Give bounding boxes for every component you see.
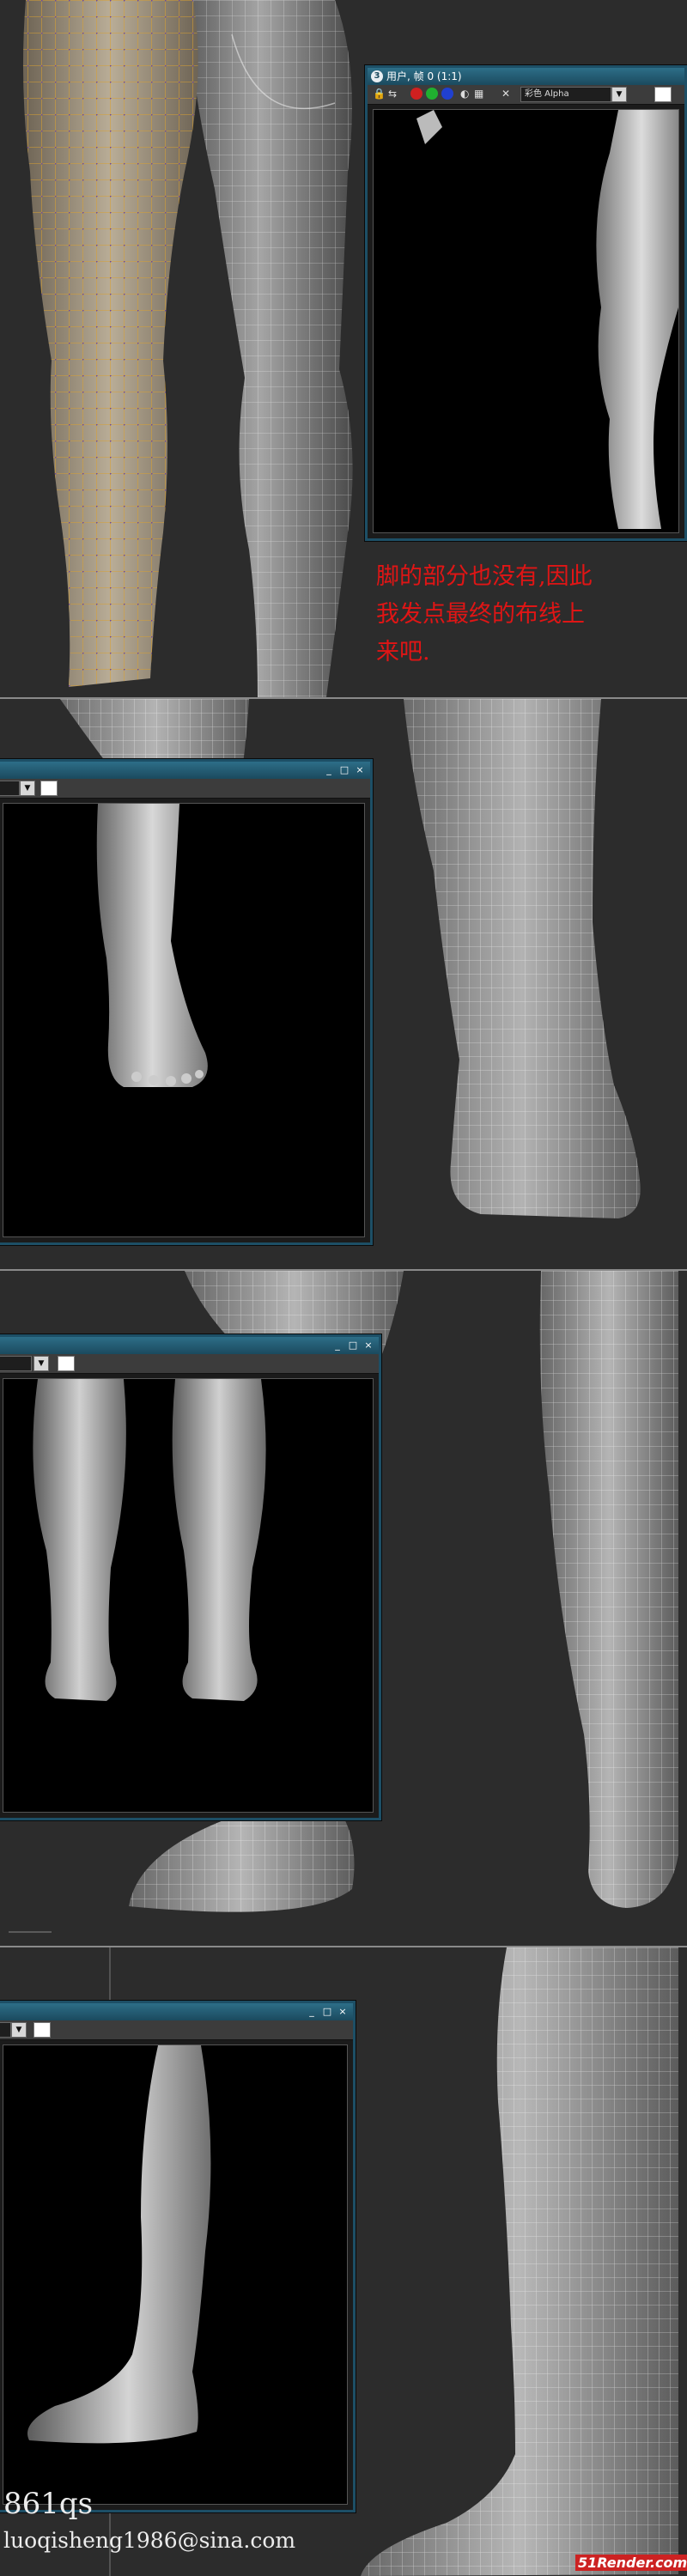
minimize-button[interactable]: _ xyxy=(305,2005,319,2019)
channel-display-select[interactable]: 彩色 Alpha xyxy=(520,87,611,102)
blue-channel-button[interactable] xyxy=(441,88,453,100)
alpha-icon[interactable]: ◐ xyxy=(460,87,469,100)
lock-icon[interactable]: 🔒 xyxy=(373,87,386,100)
channel-display-select[interactable] xyxy=(0,781,20,796)
render-viewport xyxy=(3,2044,348,2505)
author-email: luoqisheng1986@sina.com xyxy=(3,2528,296,2553)
chevron-down-icon[interactable]: ▼ xyxy=(11,2022,27,2038)
render-viewport xyxy=(3,803,365,1237)
maximize-button[interactable]: □ xyxy=(320,2005,334,2019)
panel-heel-back: _ □ × ▼ xyxy=(0,1271,687,1946)
panel-foot-side: _ □ × ▼ 861qs luoqisheng1986@sina.com 51… xyxy=(0,1947,687,2576)
maximize-button[interactable]: □ xyxy=(337,763,351,777)
watermark: 51Render.com xyxy=(575,2555,687,2571)
render-toolbar: ▼ xyxy=(0,779,370,799)
mono-icon[interactable]: ▦ xyxy=(474,87,483,100)
app-icon: 3 xyxy=(371,70,383,82)
render-toolbar: ▼ xyxy=(0,1354,379,1374)
render-window-titlebar[interactable]: _ □ × xyxy=(0,2003,353,2020)
chevron-down-icon[interactable]: ▼ xyxy=(33,1356,49,1371)
left-leg-mesh-selected xyxy=(22,0,198,687)
close-button[interactable]: × xyxy=(353,763,367,777)
side-foot-mesh xyxy=(361,1947,678,2576)
render-window[interactable]: _ □ × ▼ xyxy=(0,1334,381,1820)
channel-display-select[interactable] xyxy=(0,2022,11,2038)
page: 3 用户, 帧 0 (1:1) 🔒 ⇆ ◐ ▦ ✕ 彩色 Alpha ▼ 脚的部… xyxy=(0,0,687,2576)
window-controls: _ □ × xyxy=(331,1337,375,1354)
minimize-button[interactable]: _ xyxy=(331,1339,344,1352)
render-side-foot-image xyxy=(27,2045,211,2444)
back-leg-mesh-right xyxy=(539,1271,678,1908)
copy-icon[interactable]: ⇆ xyxy=(388,87,397,100)
render-window-titlebar[interactable]: _ □ × xyxy=(0,762,370,779)
minimize-button[interactable]: _ xyxy=(322,763,336,777)
render-viewport xyxy=(373,109,679,533)
background-color-swatch[interactable] xyxy=(33,2022,51,2038)
chevron-down-icon[interactable]: ▼ xyxy=(611,87,627,102)
green-channel-button[interactable] xyxy=(426,88,438,100)
render-foot-image xyxy=(96,804,208,1087)
render-calves-image xyxy=(33,1379,266,1701)
window-controls: _ □ × xyxy=(305,2003,350,2020)
render-viewport xyxy=(3,1378,374,1813)
annotation-note: 脚的部分也没有,因此 我发点最终的布线上 来吧. xyxy=(376,558,668,671)
background-color-swatch[interactable] xyxy=(58,1356,75,1371)
note-line-1: 脚的部分也没有,因此 xyxy=(376,563,593,590)
right-foot-mesh xyxy=(404,699,641,1218)
panel-foot-front: _ □ × ▼ xyxy=(0,699,687,1269)
note-line-2: 我发点最终的布线上 xyxy=(376,601,585,628)
watermark-text: 51Render.com xyxy=(575,2555,687,2571)
red-channel-button[interactable] xyxy=(410,88,423,100)
clear-icon[interactable]: ✕ xyxy=(502,87,510,100)
note-line-3: 来吧. xyxy=(376,639,430,665)
chevron-down-icon[interactable]: ▼ xyxy=(20,781,35,796)
channel-display-select[interactable] xyxy=(0,1356,32,1371)
render-window[interactable]: _ □ × ▼ xyxy=(0,2001,356,2512)
right-leg-mesh xyxy=(185,0,353,697)
render-window[interactable]: _ □ × ▼ xyxy=(0,759,373,1245)
close-button[interactable]: × xyxy=(336,2005,350,2019)
render-window[interactable]: 3 用户, 帧 0 (1:1) 🔒 ⇆ ◐ ▦ ✕ 彩色 Alpha ▼ xyxy=(365,65,687,541)
render-window-title: 用户, 帧 0 (1:1) xyxy=(386,70,462,82)
render-toolbar: 🔒 ⇆ ◐ ▦ ✕ 彩色 Alpha ▼ xyxy=(368,85,684,105)
render-window-titlebar[interactable]: _ □ × xyxy=(0,1337,379,1354)
render-leg-image xyxy=(416,110,678,529)
maximize-button[interactable]: □ xyxy=(346,1339,360,1352)
author-handle: 861qs xyxy=(3,2487,94,2521)
background-color-swatch[interactable] xyxy=(654,87,672,102)
panel-legs-wireframe: 3 用户, 帧 0 (1:1) 🔒 ⇆ ◐ ▦ ✕ 彩色 Alpha ▼ 脚的部… xyxy=(0,0,687,697)
render-toolbar: ▼ xyxy=(0,2020,353,2040)
render-window-titlebar[interactable]: 3 用户, 帧 0 (1:1) xyxy=(368,68,684,85)
window-controls: _ □ × xyxy=(322,762,367,779)
background-color-swatch[interactable] xyxy=(40,781,58,796)
close-button[interactable]: × xyxy=(362,1339,375,1352)
